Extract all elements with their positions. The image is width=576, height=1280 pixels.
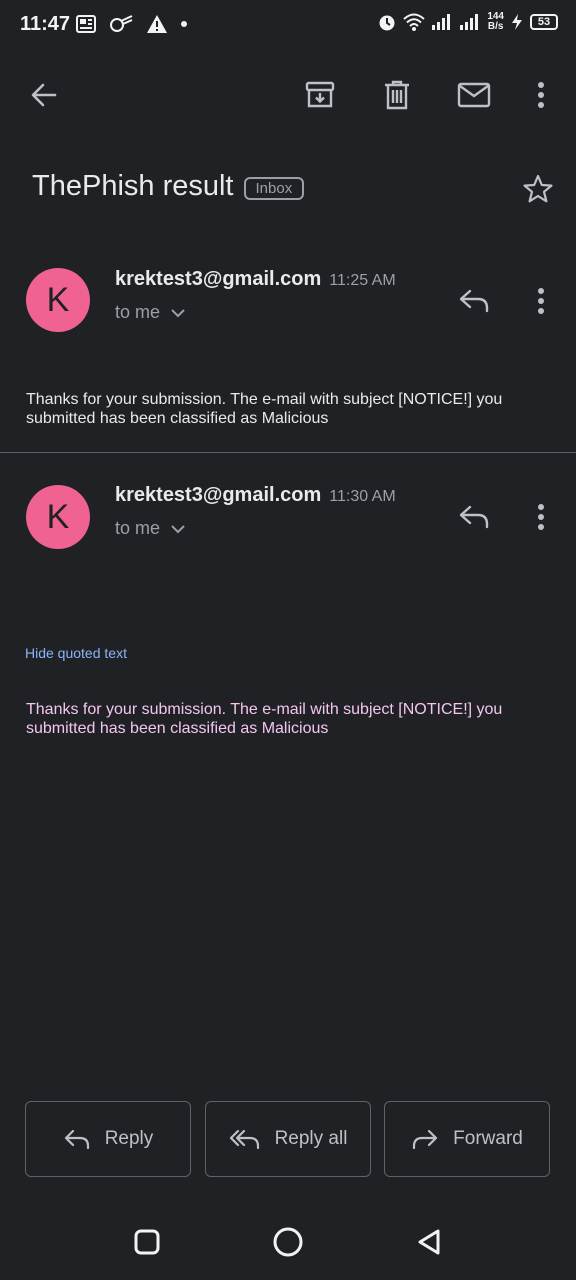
chevron-down-icon bbox=[170, 523, 186, 535]
hide-quoted-text-link[interactable]: Hide quoted text bbox=[25, 645, 127, 661]
label-chip[interactable]: Inbox bbox=[243, 177, 305, 200]
recipients-label: to me bbox=[115, 302, 161, 322]
charging-icon bbox=[510, 13, 524, 31]
more-vert-icon bbox=[537, 81, 545, 109]
mail-icon bbox=[457, 81, 491, 109]
archive-icon bbox=[304, 79, 336, 111]
reply-action-button[interactable]: Reply bbox=[25, 1101, 191, 1177]
wifi-icon bbox=[403, 12, 425, 32]
star-icon bbox=[522, 173, 554, 205]
more-vert-icon bbox=[537, 287, 545, 315]
more-options-button[interactable] bbox=[517, 71, 565, 119]
delete-button[interactable] bbox=[373, 71, 421, 119]
system-back-button[interactable] bbox=[407, 1220, 451, 1264]
reply-icon bbox=[458, 288, 490, 314]
network-speed: 144 B/s bbox=[487, 12, 504, 32]
sender-email[interactable]: krektest3@gmail.com bbox=[115, 268, 321, 290]
sender-avatar[interactable]: K bbox=[26, 268, 90, 332]
chevron-down-icon bbox=[170, 307, 186, 319]
forward-label: Forward bbox=[453, 1128, 523, 1149]
forward-action-button[interactable]: Forward bbox=[384, 1101, 550, 1177]
reply-button[interactable] bbox=[450, 277, 498, 325]
back-button[interactable] bbox=[20, 71, 68, 119]
status-system-icons: 144 B/s 53 bbox=[377, 12, 558, 32]
subject-row: ThePhish result Inbox bbox=[32, 170, 305, 203]
reply-all-action-button[interactable]: Reply all bbox=[205, 1101, 371, 1177]
more-vert-icon bbox=[537, 503, 545, 531]
reply-all-label: Reply all bbox=[274, 1128, 348, 1149]
arrow-back-icon bbox=[29, 80, 59, 110]
sender-email[interactable]: krektest3@gmail.com bbox=[115, 484, 321, 506]
status-notification-icons bbox=[76, 14, 188, 34]
reply-button[interactable] bbox=[450, 493, 498, 541]
star-button[interactable] bbox=[514, 165, 562, 213]
square-icon bbox=[133, 1228, 161, 1256]
message-body: Thanks for your submission. The e-mail w… bbox=[26, 391, 503, 427]
email-subject: ThePhish result bbox=[32, 170, 234, 202]
message-divider bbox=[0, 452, 576, 453]
quoted-message-body: Thanks for your submission. The e-mail w… bbox=[26, 701, 503, 737]
app-notification-icon bbox=[108, 14, 134, 34]
battery-level: 53 bbox=[530, 14, 558, 30]
message-more-button[interactable] bbox=[517, 493, 565, 541]
news-icon bbox=[76, 14, 96, 34]
alarm-icon bbox=[377, 12, 397, 32]
archive-button[interactable] bbox=[296, 71, 344, 119]
recipients-toggle[interactable]: to me bbox=[115, 302, 186, 323]
home-button[interactable] bbox=[266, 1220, 310, 1264]
recipients-label: to me bbox=[115, 518, 161, 538]
circle-icon bbox=[272, 1226, 304, 1258]
signal-icon-2 bbox=[459, 13, 481, 31]
status-time: 11:47 bbox=[20, 13, 71, 35]
sender-line: krektest3@gmail.com 11:25 AM bbox=[115, 268, 396, 291]
sender-avatar[interactable]: K bbox=[26, 485, 90, 549]
forward-icon bbox=[411, 1128, 439, 1150]
net-speed-unit: B/s bbox=[487, 21, 504, 32]
recents-button[interactable] bbox=[125, 1220, 169, 1264]
mark-unread-button[interactable] bbox=[450, 71, 498, 119]
reply-label: Reply bbox=[104, 1128, 154, 1149]
delete-icon bbox=[382, 79, 412, 111]
message-more-button[interactable] bbox=[517, 277, 565, 325]
recipients-toggle[interactable]: to me bbox=[115, 518, 186, 539]
reply-all-icon bbox=[229, 1128, 261, 1150]
dot-icon bbox=[180, 20, 188, 28]
signal-icon-1 bbox=[431, 13, 453, 31]
message-time: 11:25 AM bbox=[329, 272, 396, 289]
warning-icon bbox=[146, 14, 168, 34]
message-time: 11:30 AM bbox=[329, 488, 396, 505]
reply-icon bbox=[63, 1128, 91, 1150]
sender-line: krektest3@gmail.com 11:30 AM bbox=[115, 484, 396, 507]
reply-icon bbox=[458, 504, 490, 530]
triangle-back-icon bbox=[415, 1227, 443, 1257]
